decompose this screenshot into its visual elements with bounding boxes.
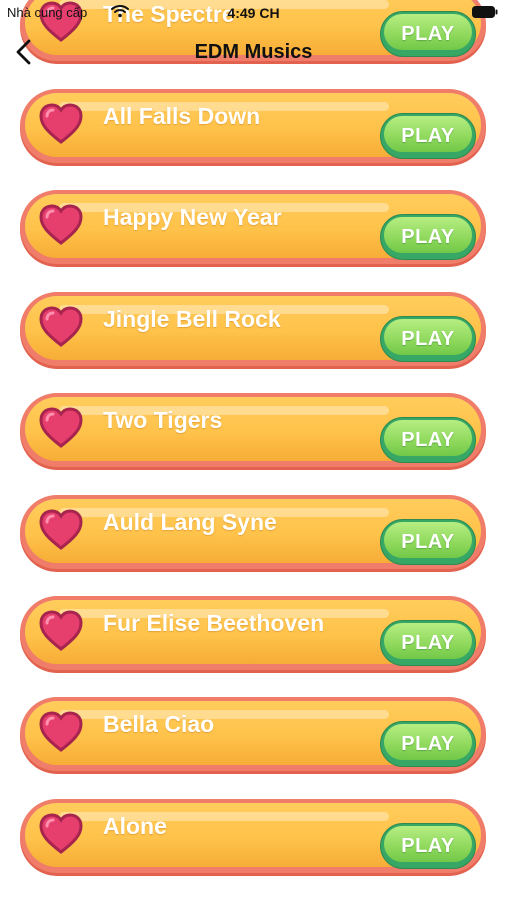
song-row[interactable]: Jingle Bell Rock PLAY	[20, 292, 488, 370]
battery-icon	[472, 6, 498, 18]
heart-icon[interactable]	[38, 304, 84, 350]
song-title: Fur Elise Beethoven	[103, 610, 325, 636]
page-title: EDM Musics	[194, 41, 313, 63]
song-title: Jingle Bell Rock	[103, 306, 281, 332]
song-title: Bella Ciao	[103, 711, 215, 737]
play-button[interactable]: PLAY	[380, 721, 476, 767]
heart-icon[interactable]	[38, 202, 84, 248]
song-row[interactable]: All Falls Down PLAY	[20, 89, 488, 167]
song-title: Happy New Year	[103, 204, 282, 230]
heart-icon[interactable]	[38, 507, 84, 553]
heart-icon[interactable]	[38, 709, 84, 755]
play-button-label: PLAY	[401, 327, 455, 350]
play-button-label: PLAY	[401, 631, 455, 654]
song-row[interactable]: Two Tigers PLAY	[20, 393, 488, 471]
status-bar: Nhà cung cấp 4:49 CH	[0, 0, 507, 26]
song-row[interactable]: Bella Ciao PLAY	[20, 697, 488, 775]
play-button[interactable]: PLAY	[380, 113, 476, 159]
play-button[interactable]: PLAY	[380, 214, 476, 260]
play-button[interactable]: PLAY	[380, 620, 476, 666]
play-button[interactable]: PLAY	[380, 316, 476, 362]
song-title: Auld Lang Syne	[103, 509, 277, 535]
heart-icon[interactable]	[38, 101, 84, 147]
song-list: The Spectre PLAY All Falls Down PLAY Hap…	[0, 0, 507, 900]
nav-bar: EDM Musics	[0, 30, 507, 74]
song-title: Alone	[103, 813, 167, 839]
song-title: All Falls Down	[103, 103, 261, 129]
play-button-label: PLAY	[401, 732, 455, 755]
status-time: 4:49 CH	[227, 5, 280, 21]
song-row[interactable]: Fur Elise Beethoven PLAY	[20, 596, 488, 674]
play-button-label: PLAY	[401, 834, 455, 857]
heart-icon[interactable]	[38, 405, 84, 451]
song-title: Two Tigers	[103, 407, 223, 433]
song-row[interactable]: Auld Lang Syne PLAY	[20, 495, 488, 573]
play-button-label: PLAY	[401, 124, 455, 147]
play-button[interactable]: PLAY	[380, 519, 476, 565]
play-button-label: PLAY	[401, 428, 455, 451]
play-button-label: PLAY	[401, 530, 455, 553]
play-button-label: PLAY	[401, 225, 455, 248]
heart-icon[interactable]	[38, 608, 84, 654]
song-row[interactable]: Happy New Year PLAY	[20, 190, 488, 268]
play-button[interactable]: PLAY	[380, 417, 476, 463]
song-row[interactable]: Alone PLAY	[20, 799, 488, 877]
play-button[interactable]: PLAY	[380, 823, 476, 869]
heart-icon[interactable]	[38, 811, 84, 857]
